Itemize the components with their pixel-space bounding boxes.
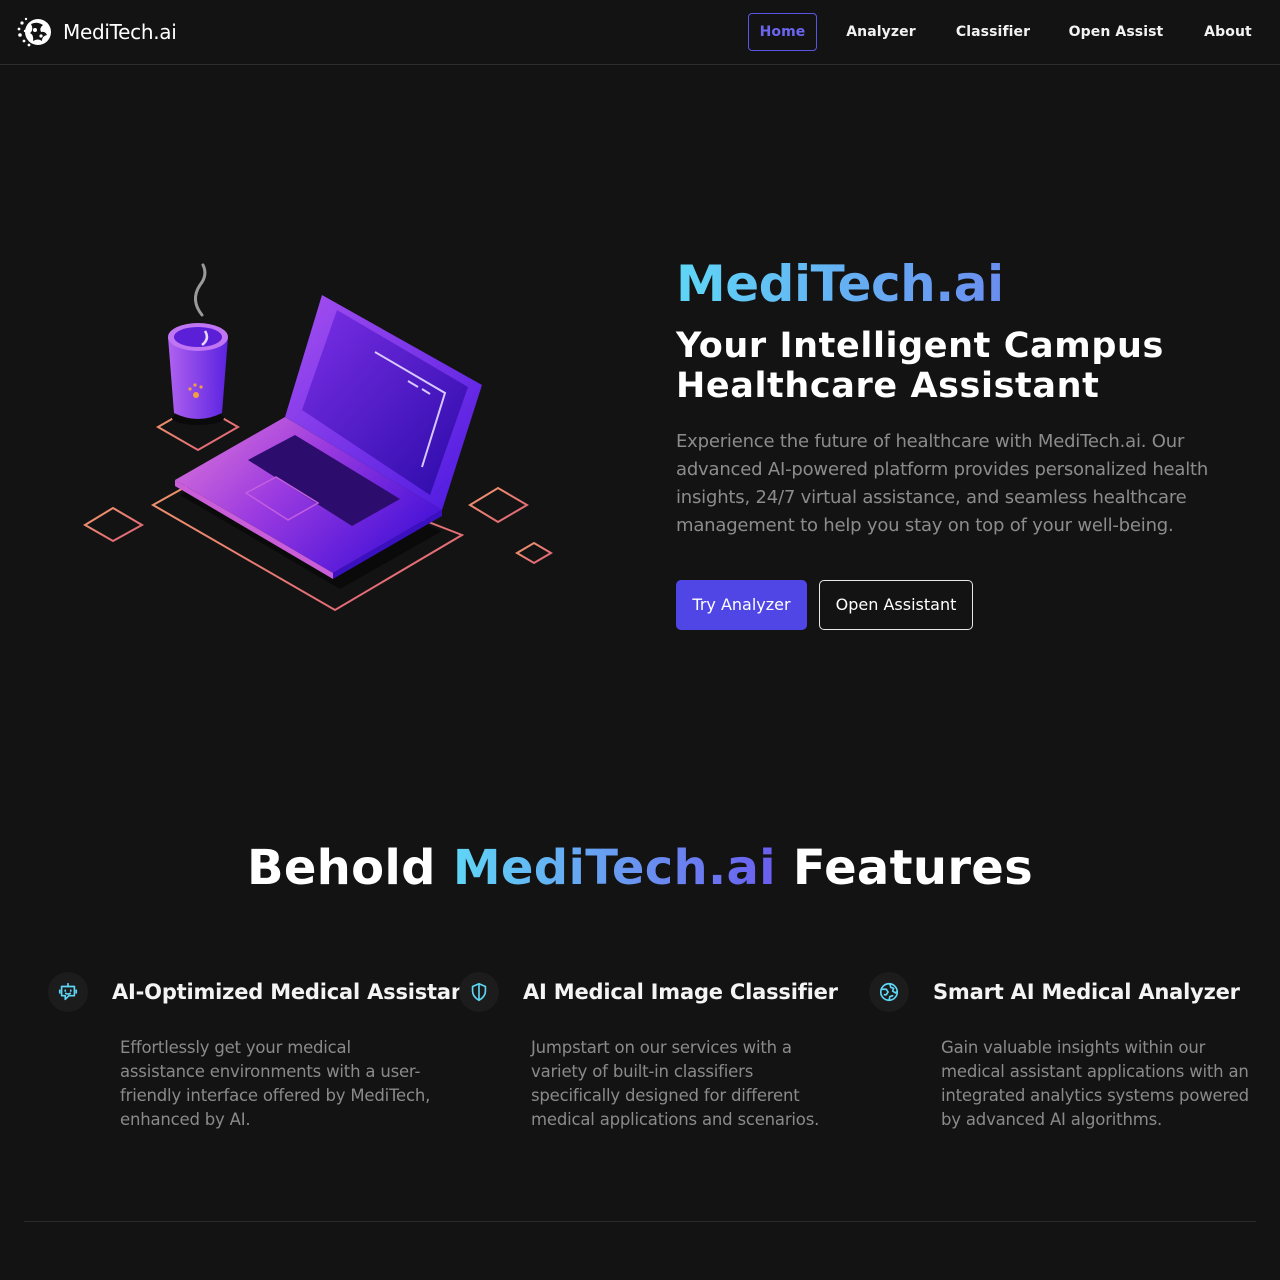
robot-icon bbox=[48, 972, 88, 1012]
brand-name: MediTech.ai bbox=[63, 20, 177, 44]
laptop-coffee-illustration bbox=[83, 263, 553, 612]
feature-description: Jumpstart on our services with a variety… bbox=[531, 1038, 820, 1129]
hero-description: Experience the future of healthcare with… bbox=[676, 431, 1209, 536]
features-heading-prefix: Behold bbox=[246, 840, 453, 896]
try-analyzer-button[interactable]: Try Analyzer bbox=[676, 580, 807, 630]
nav-link-about[interactable]: About bbox=[1194, 13, 1262, 51]
nav-link-home[interactable]: Home bbox=[748, 13, 817, 51]
open-assistant-button[interactable]: Open Assistant bbox=[819, 580, 973, 630]
nav-link-analyzer[interactable]: Analyzer bbox=[833, 13, 929, 51]
brain-logo-icon bbox=[17, 17, 51, 47]
hero-subtitle: Your Intelligent Campus Healthcare Assis… bbox=[676, 326, 1164, 406]
shield-icon bbox=[459, 972, 499, 1012]
brand[interactable]: MediTech.ai bbox=[16, 14, 177, 50]
feature-title: Smart AI Medical Analyzer bbox=[933, 980, 1240, 1004]
features-heading-suffix: Features bbox=[775, 840, 1034, 896]
hero-section: MediTech.ai Your Intelligent Campus Heal… bbox=[676, 254, 1256, 630]
footer-divider bbox=[24, 1221, 1256, 1222]
features-heading: Behold MediTech.ai Features bbox=[0, 836, 1280, 900]
globe-icon bbox=[869, 972, 909, 1012]
feature-title: AI Medical Image Classifier bbox=[523, 980, 838, 1004]
nav-link-classifier[interactable]: Classifier bbox=[940, 13, 1046, 51]
navbar: MediTech.ai Home Analyzer Classifier Ope… bbox=[0, 0, 1280, 65]
features-heading-highlight: MediTech.ai bbox=[452, 840, 776, 896]
hero-title: MediTech.ai bbox=[676, 254, 1256, 314]
feature-description: Effortlessly get your medical assistance… bbox=[120, 1038, 431, 1129]
feature-description: Gain valuable insights within our medica… bbox=[941, 1038, 1249, 1129]
feature-title: AI-Optimized Medical Assistant bbox=[112, 980, 476, 1004]
nav-link-open-assist[interactable]: Open Assist bbox=[1060, 13, 1172, 51]
